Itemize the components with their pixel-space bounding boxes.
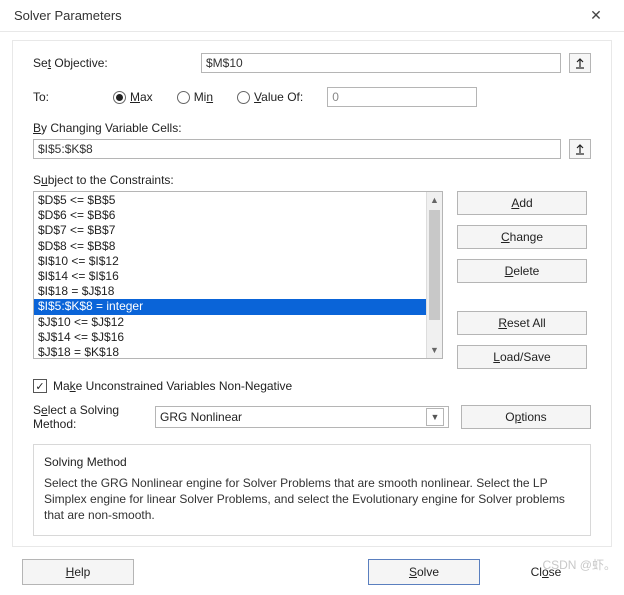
changing-cells-label: By Changing Variable Cells: (33, 121, 591, 135)
load-save-button[interactable]: Load/Save (457, 345, 587, 369)
add-button[interactable]: Add (457, 191, 587, 215)
constraint-item[interactable]: $D$7 <= $B$7 (34, 223, 442, 238)
constraint-item[interactable]: $I$18 = $J$18 (34, 284, 442, 299)
dialog-footer: Help Solve Close (0, 551, 624, 595)
titlebar: Solver Parameters ✕ (0, 0, 624, 32)
radio-valueof[interactable]: Value Of: (237, 90, 303, 104)
window-title: Solver Parameters (14, 8, 576, 23)
check-icon: ✓ (33, 379, 47, 393)
chevron-down-icon: ▼ (426, 408, 444, 426)
constraint-item[interactable]: $J$18 = $K$18 (34, 345, 442, 359)
groupbox-text: Select the GRG Nonlinear engine for Solv… (44, 475, 580, 524)
set-objective-label: Set Objective: (33, 56, 193, 70)
reset-all-button[interactable]: Reset All (457, 311, 587, 335)
watermark: CSDN @虾。 (542, 556, 616, 573)
radio-min-label: Min (194, 90, 213, 104)
scroll-down-icon[interactable]: ▼ (427, 342, 442, 358)
radio-valueof-label: Value Of: (254, 90, 303, 104)
constraint-item[interactable]: $I$14 <= $I$16 (34, 269, 442, 284)
constraint-item[interactable]: $D$6 <= $B$6 (34, 208, 442, 223)
nonneg-label: Make Unconstrained Variables Non-Negativ… (53, 379, 292, 393)
change-button[interactable]: Change (457, 225, 587, 249)
scroll-thumb[interactable] (429, 210, 440, 320)
dialog-content: Set Objective: To: Max Min Value Of: By … (12, 40, 612, 547)
scrollbar[interactable]: ▲ ▼ (426, 192, 442, 358)
close-icon[interactable]: ✕ (576, 2, 616, 30)
method-value: GRG Nonlinear (160, 410, 242, 424)
radio-min[interactable]: Min (177, 90, 213, 104)
help-button[interactable]: Help (22, 559, 134, 585)
groupbox-title: Solving Method (44, 455, 580, 469)
options-button[interactable]: Options (461, 405, 591, 429)
solve-button[interactable]: Solve (368, 559, 480, 585)
changing-ref-button[interactable] (569, 139, 591, 159)
nonneg-checkbox[interactable]: ✓ Make Unconstrained Variables Non-Negat… (33, 379, 591, 393)
scroll-up-icon[interactable]: ▲ (427, 192, 442, 208)
valueof-input[interactable] (327, 87, 477, 107)
solving-method-groupbox: Solving Method Select the GRG Nonlinear … (33, 444, 591, 537)
constraint-item[interactable]: $J$10 <= $J$12 (34, 315, 442, 330)
method-label: Select a SolvingMethod: (33, 403, 143, 432)
objective-input[interactable] (201, 53, 561, 73)
constraint-item[interactable]: $J$14 <= $J$16 (34, 330, 442, 345)
radio-max-label: Max (130, 90, 153, 104)
to-label: To: (33, 90, 89, 104)
method-select[interactable]: GRG Nonlinear ▼ (155, 406, 449, 428)
objective-ref-button[interactable] (569, 53, 591, 73)
constraint-item[interactable]: $I$10 <= $I$12 (34, 254, 442, 269)
constraints-label: Subject to the Constraints: (33, 173, 591, 187)
constraint-item[interactable]: $D$8 <= $B$8 (34, 239, 442, 254)
radio-max[interactable]: Max (113, 90, 153, 104)
delete-button[interactable]: Delete (457, 259, 587, 283)
constraint-item[interactable]: $I$5:$K$8 = integer (34, 299, 442, 314)
changing-cells-input[interactable] (33, 139, 561, 159)
constraints-listbox[interactable]: $D$5 <= $B$5$D$6 <= $B$6$D$7 <= $B$7$D$8… (33, 191, 443, 359)
constraint-item[interactable]: $D$5 <= $B$5 (34, 193, 442, 208)
